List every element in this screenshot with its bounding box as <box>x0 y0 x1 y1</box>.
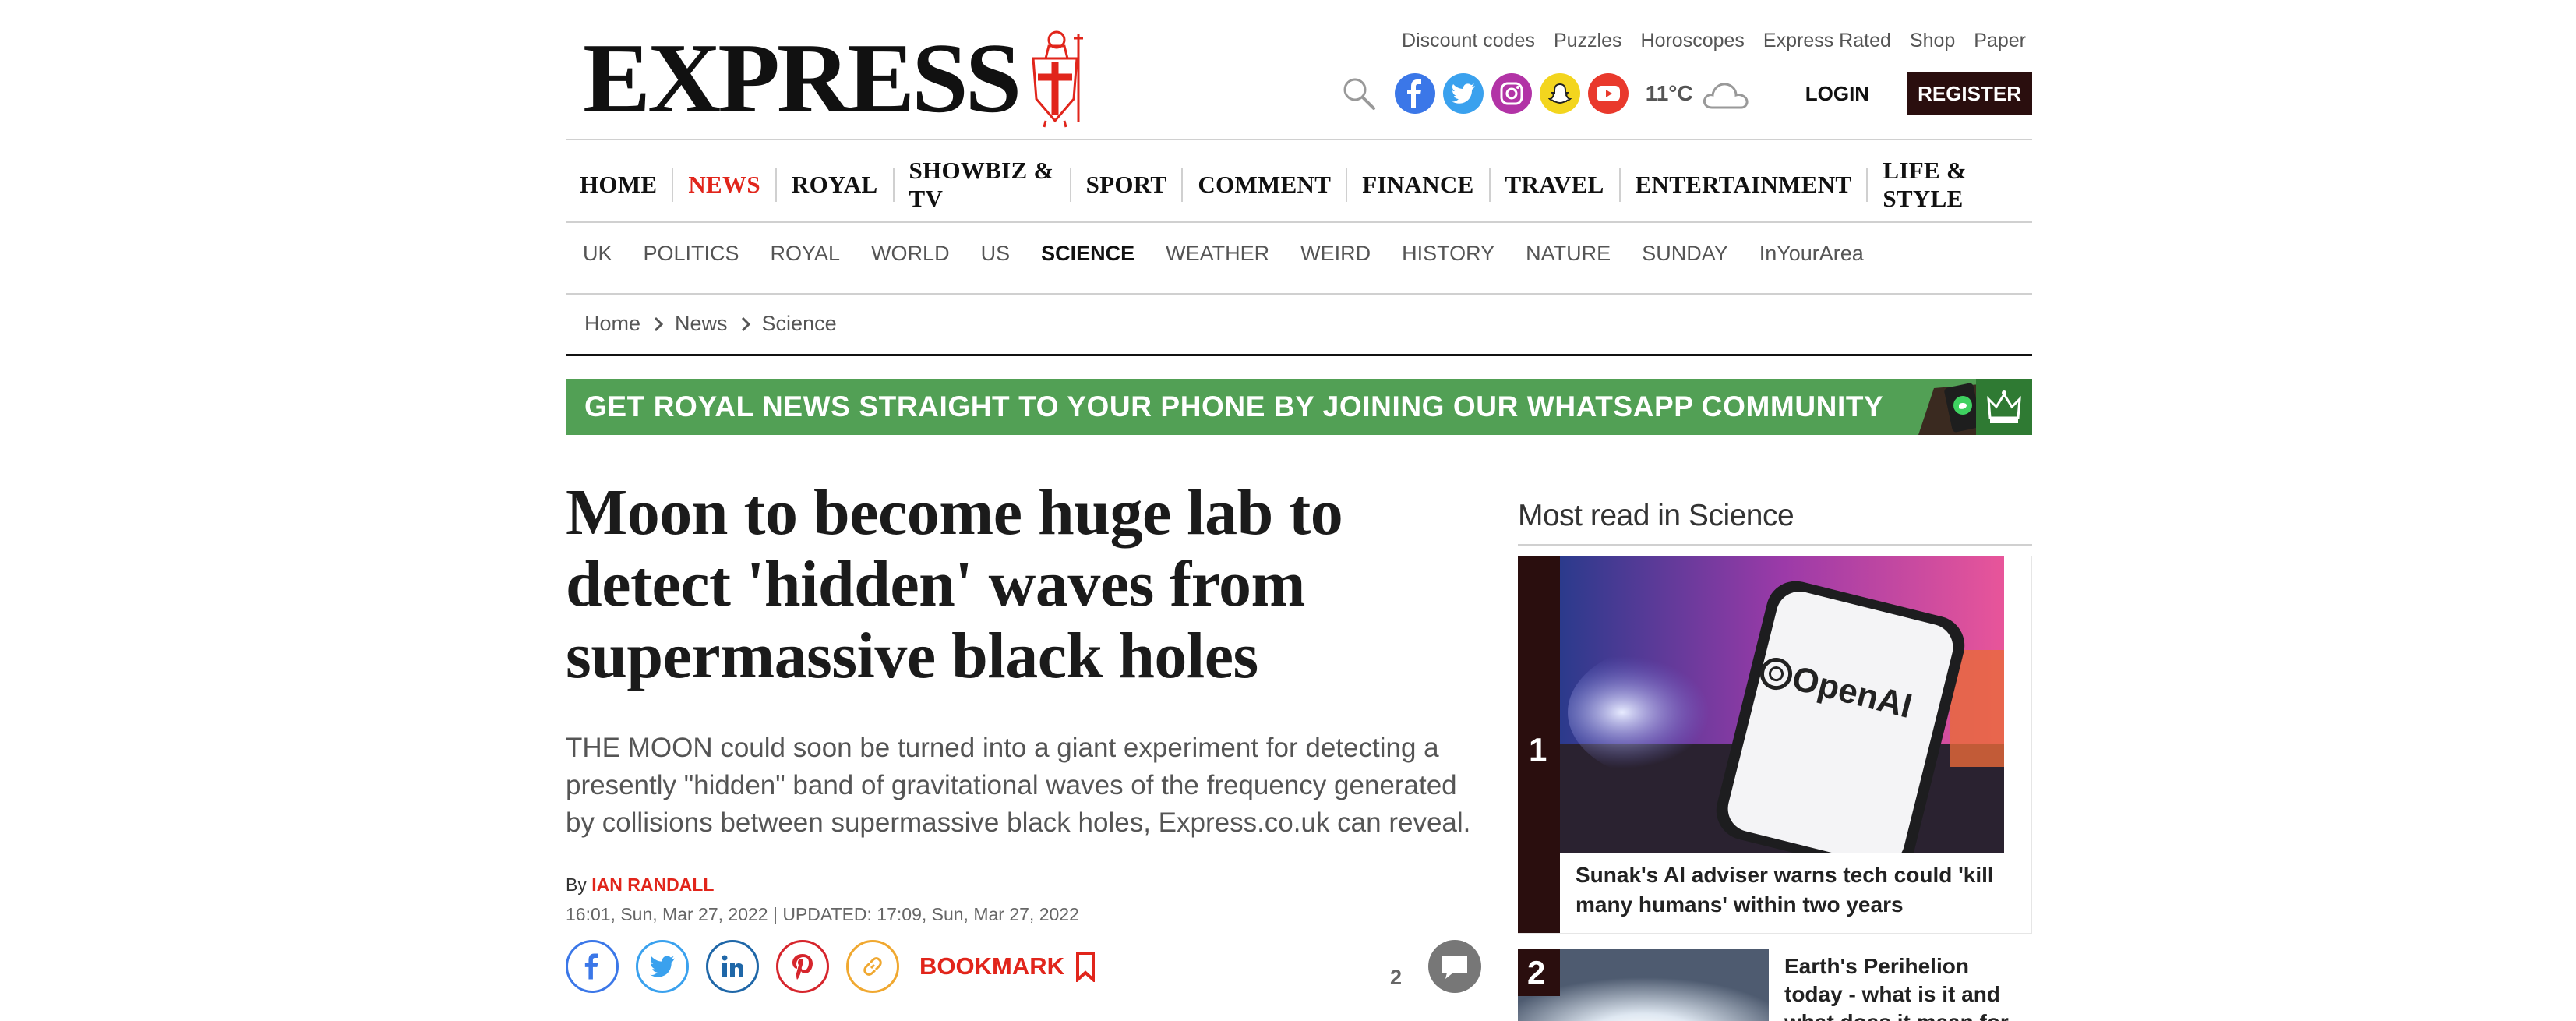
subnav-world[interactable]: WORLD <box>871 242 950 266</box>
article-standfirst: THE MOON could soon be turned into a gia… <box>566 733 1471 838</box>
main-navigation: HOME NEWS ROYAL SHOWBIZ & TV SPORT COMME… <box>566 157 2032 212</box>
link-express-rated[interactable]: Express Rated <box>1763 30 1891 52</box>
nav-news[interactable]: NEWS <box>672 168 775 202</box>
link-shop[interactable]: Shop <box>1910 30 1955 52</box>
byline-prefix: By <box>566 874 587 895</box>
copy-link-icon[interactable] <box>846 940 899 993</box>
rank-number: 2 <box>1527 954 1546 991</box>
crown-icon <box>1976 379 2032 435</box>
nav-divider <box>566 221 2032 223</box>
most-read-headline: Earth's Perihelion today - what is it an… <box>1784 954 2009 1021</box>
nav-home[interactable]: HOME <box>566 168 672 202</box>
subnav-royal[interactable]: ROYAL <box>771 242 841 266</box>
nav-life-style[interactable]: LIFE & STYLE <box>1866 157 2032 212</box>
most-read-headline: Sunak's AI adviser warns tech could 'kil… <box>1576 863 1994 917</box>
search-icon[interactable] <box>1339 73 1379 114</box>
article-thumbnail: OpenAI <box>1560 556 2004 853</box>
logo-wordmark: EXPRESS <box>583 23 1022 133</box>
link-discount-codes[interactable]: Discount codes <box>1402 30 1535 52</box>
nav-royal[interactable]: ROYAL <box>775 168 893 202</box>
subnav-inyourarea[interactable]: InYourArea <box>1759 242 1864 266</box>
breadcrumb-news[interactable]: News <box>675 312 728 336</box>
link-puzzles[interactable]: Puzzles <box>1554 30 1622 52</box>
subnav-sunday[interactable]: SUNDAY <box>1642 242 1728 266</box>
article-thumbnail <box>1518 949 1769 1021</box>
facebook-icon[interactable] <box>1394 73 1435 114</box>
share-facebook-icon[interactable] <box>566 940 619 993</box>
breadcrumb-divider <box>566 354 2032 356</box>
sidebar-title: Most read in Science <box>1518 499 1794 532</box>
openai-phone-image: OpenAI <box>1560 556 2004 853</box>
link-horoscopes[interactable]: Horoscopes <box>1641 30 1745 52</box>
share-pinterest-icon[interactable] <box>776 940 829 993</box>
nav-comment[interactable]: COMMENT <box>1181 168 1346 202</box>
share-twitter-icon[interactable] <box>636 940 689 993</box>
page: EXPRESS Discount codes Puzzles Horoscope… <box>566 0 2032 1021</box>
subnav-nature[interactable]: NATURE <box>1526 242 1611 266</box>
author-link[interactable]: IAN RANDALL <box>591 874 714 895</box>
register-button[interactable]: REGISTER <box>1907 72 2032 115</box>
breadcrumb: Home News Science <box>584 312 837 336</box>
nav-showbiz-tv[interactable]: SHOWBIZ & TV <box>892 157 1070 212</box>
weather-widget: 11°C <box>1646 76 1751 111</box>
header-divider <box>566 139 2032 140</box>
subnav-divider <box>566 293 2032 295</box>
most-read-item[interactable]: 1 OpenAI Sunak's AI adviser warns tech c… <box>1518 556 2032 934</box>
bookmark-icon <box>1076 952 1095 982</box>
nav-sport[interactable]: SPORT <box>1069 168 1182 202</box>
comment-bubble-icon <box>1428 940 1482 993</box>
most-read-item[interactable]: 2 Earth's Perihelion today - what is it … <box>1518 949 2032 1021</box>
subnav-weather[interactable]: WEATHER <box>1166 242 1269 266</box>
link-paper[interactable]: Paper <box>1974 30 2026 52</box>
sub-navigation: UK POLITICS ROYAL WORLD US SCIENCE WEATH… <box>583 242 1864 266</box>
instagram-icon[interactable] <box>1491 73 1532 114</box>
rank-number: 1 <box>1529 731 1547 768</box>
nav-travel[interactable]: TRAVEL <box>1488 168 1619 202</box>
subnav-uk[interactable]: UK <box>583 242 612 266</box>
subnav-history[interactable]: HISTORY <box>1402 242 1494 266</box>
share-linkedin-icon[interactable] <box>706 940 759 993</box>
comment-count: 2 <box>1390 965 1403 989</box>
chevron-right-icon <box>740 316 751 333</box>
share-bar: BOOKMARK <box>566 940 1096 993</box>
nav-finance[interactable]: FINANCE <box>1346 168 1488 202</box>
article-dateline: 16:01, Sun, Mar 27, 2022 | UPDATED: 17:0… <box>566 904 1079 924</box>
header-toolbar: 11°C LOGIN REGISTER <box>1339 72 2032 115</box>
twitter-icon[interactable] <box>1442 73 1484 114</box>
comments-link[interactable]: 2 <box>1390 940 1482 993</box>
card-divider <box>1518 933 2032 934</box>
subnav-weird[interactable]: WEIRD <box>1300 242 1371 266</box>
youtube-icon[interactable] <box>1587 73 1629 114</box>
most-read-sidebar: Most read in Science 1 OpenAI Sunak's AI… <box>1518 499 2032 1021</box>
login-link[interactable]: LOGIN <box>1805 82 1869 106</box>
byline: By IAN RANDALL <box>566 874 714 896</box>
banner-text: GET ROYAL NEWS STRAIGHT TO YOUR PHONE BY… <box>584 390 1884 422</box>
cloud-icon <box>1703 83 1749 109</box>
subnav-politics[interactable]: POLITICS <box>644 242 739 266</box>
express-logo[interactable]: EXPRESS <box>583 23 1094 132</box>
snapchat-icon[interactable] <box>1539 73 1580 114</box>
whatsapp-community-banner[interactable]: GET ROYAL NEWS STRAIGHT TO YOUR PHONE BY… <box>566 379 2032 435</box>
article-headline: Moon to become huge lab to detect 'hidde… <box>566 476 1343 692</box>
crusader-knight-icon <box>1032 30 1084 128</box>
nav-entertainment[interactable]: ENTERTAINMENT <box>1618 168 1867 202</box>
subnav-science[interactable]: SCIENCE <box>1041 242 1134 266</box>
utility-links: Discount codes Puzzles Horoscopes Expres… <box>1402 30 2026 52</box>
sun-sky-image <box>1518 949 1769 1021</box>
chevron-right-icon <box>653 316 664 333</box>
bookmark-button[interactable]: BOOKMARK <box>919 951 1096 982</box>
breadcrumb-home[interactable]: Home <box>584 312 640 336</box>
bookmark-label: BOOKMARK <box>919 952 1064 980</box>
breadcrumb-science[interactable]: Science <box>762 312 837 336</box>
sidebar-divider <box>1518 544 2032 546</box>
subnav-us[interactable]: US <box>981 242 1011 266</box>
weather-temperature: 11°C <box>1645 81 1693 105</box>
